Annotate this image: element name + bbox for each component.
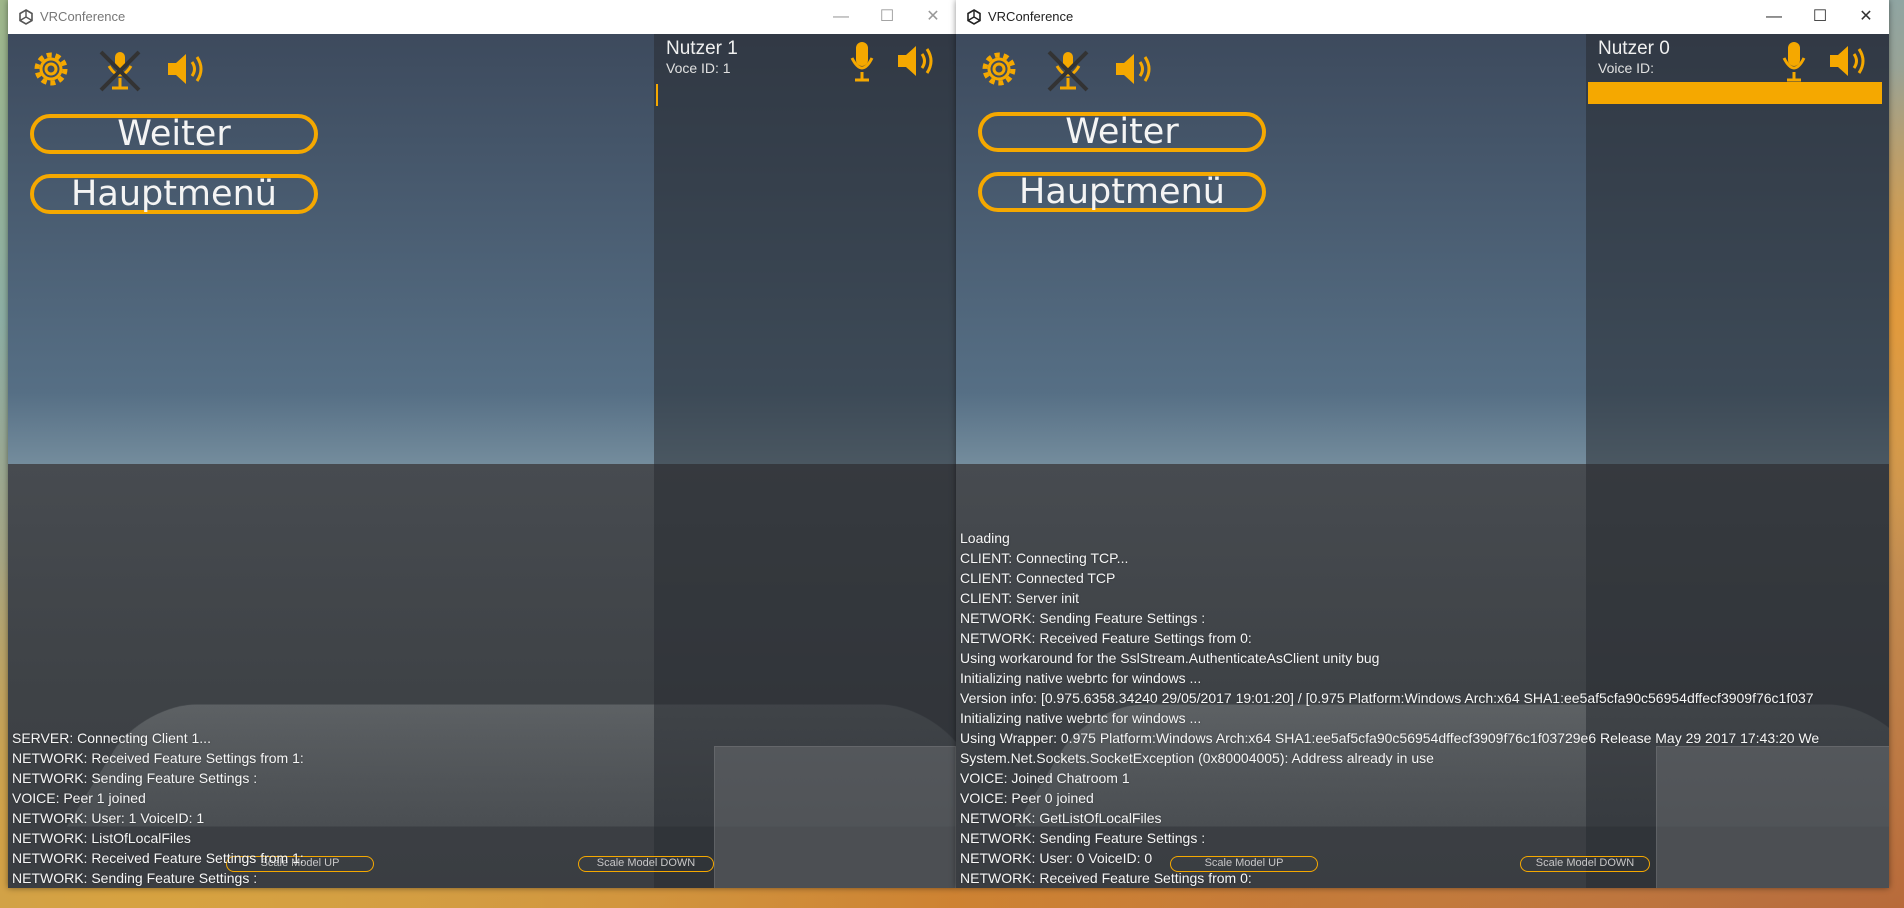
voice-id: Voice ID: (1598, 60, 1655, 76)
title-bar[interactable]: VRConference — ☐ ✕ (956, 0, 1889, 34)
log-line: VOICE: Peer 0 joined (960, 790, 1094, 806)
log-line: Using workaround for the SslStream.Authe… (960, 650, 1380, 666)
log-line: Initializing native webrtc for windows .… (960, 710, 1202, 726)
vrconference-window-left: VRConference — ☐ ✕ Weiter Hauptmenü Nutz… (8, 0, 956, 888)
log-line: NETWORK: GetListOfLocalFiles (960, 810, 1162, 826)
log-line: CLIENT: Server init (960, 590, 1080, 606)
log-line: NETWORK: User: 0 VoiceID: 0 (960, 850, 1153, 866)
log-line: NETWORK: Received Feature Settings from … (960, 630, 1252, 646)
log-line: NETWORK: Received Feature Settings from … (12, 750, 304, 766)
game-viewport[interactable]: Weiter Hauptmenü Nutzer 0 Voice ID: Scal… (956, 34, 1889, 888)
console-log: SERVER: Connecting Client 1... NETWORK: … (12, 728, 956, 888)
main-menu-button[interactable]: Hauptmenü (978, 172, 1266, 212)
main-menu-button[interactable]: Hauptmenü (30, 174, 318, 214)
unity-logo-icon (967, 9, 981, 25)
voice-id: Voce ID: 1 (666, 60, 731, 76)
minimize-button[interactable]: — (1751, 0, 1797, 34)
close-button[interactable]: ✕ (1843, 0, 1889, 34)
voice-level-bar (656, 84, 658, 106)
close-button[interactable]: ✕ (910, 0, 956, 34)
console-log: Loading CLIENT: Connecting TCP... CLIENT… (960, 528, 1889, 888)
microphone-icon[interactable] (850, 40, 874, 82)
muted-microphone-icon[interactable] (96, 48, 144, 94)
voice-level-bar (1588, 82, 1882, 104)
gear-icon[interactable] (978, 48, 1020, 90)
speaker-icon[interactable] (1826, 40, 1872, 82)
maximize-button[interactable]: ☐ (1797, 0, 1843, 34)
log-line: Using Wrapper: 0.975 Platform:Windows Ar… (960, 730, 1820, 746)
title-bar[interactable]: VRConference — ☐ ✕ (8, 0, 956, 34)
window-title: VRConference (40, 9, 126, 24)
log-line: NETWORK: Sending Feature Settings : (12, 770, 258, 786)
user-name: Nutzer 1 (666, 38, 738, 59)
log-line: VOICE: Peer 1 joined (12, 790, 146, 806)
log-line: CLIENT: Connecting TCP... (960, 550, 1129, 566)
vrconference-window-right: VRConference — ☐ ✕ Weiter Hauptmenü Nutz… (956, 0, 1889, 888)
log-line: CLIENT: Connected TCP (960, 570, 1116, 586)
speaker-icon[interactable] (894, 40, 940, 82)
log-line: NETWORK: Sending Feature Settings : (960, 610, 1206, 626)
log-line: NETWORK: Received Feature Settings from … (12, 850, 304, 866)
gear-icon[interactable] (30, 48, 72, 90)
log-line: SERVER: Connecting Client 1... (12, 730, 211, 746)
game-viewport[interactable]: Weiter Hauptmenü Nutzer 1 Voce ID: 1 Sca… (8, 34, 956, 888)
speaker-icon[interactable] (1112, 48, 1158, 90)
log-line: NETWORK: Sending Feature Settings : (12, 870, 258, 886)
log-line: NETWORK: User: 1 VoiceID: 1 (12, 810, 205, 826)
log-line: Loading (960, 530, 1010, 546)
user-name: Nutzer 0 (1598, 38, 1670, 59)
muted-microphone-icon[interactable] (1044, 48, 1092, 94)
microphone-icon[interactable] (1782, 40, 1806, 82)
log-line: VOICE: Joined Chatroom 1 (960, 770, 1130, 786)
window-title: VRConference (988, 9, 1074, 24)
maximize-button[interactable]: ☐ (864, 0, 910, 34)
log-line: Version info: [0.975.6358.34240 29/05/20… (960, 690, 1814, 706)
log-line: NETWORK: Received Feature Settings from … (960, 870, 1252, 886)
continue-button[interactable]: Weiter (30, 114, 318, 154)
unity-logo-icon (19, 9, 33, 25)
log-line: System.Net.Sockets.SocketException (0x80… (960, 750, 1434, 766)
speaker-icon[interactable] (164, 48, 210, 90)
continue-button[interactable]: Weiter (978, 112, 1266, 152)
log-line: NETWORK: Sending Feature Settings : (960, 830, 1206, 846)
log-line: Initializing native webrtc for windows .… (960, 670, 1202, 686)
log-line: NETWORK: ListOfLocalFiles (12, 830, 191, 846)
minimize-button[interactable]: — (818, 0, 864, 34)
